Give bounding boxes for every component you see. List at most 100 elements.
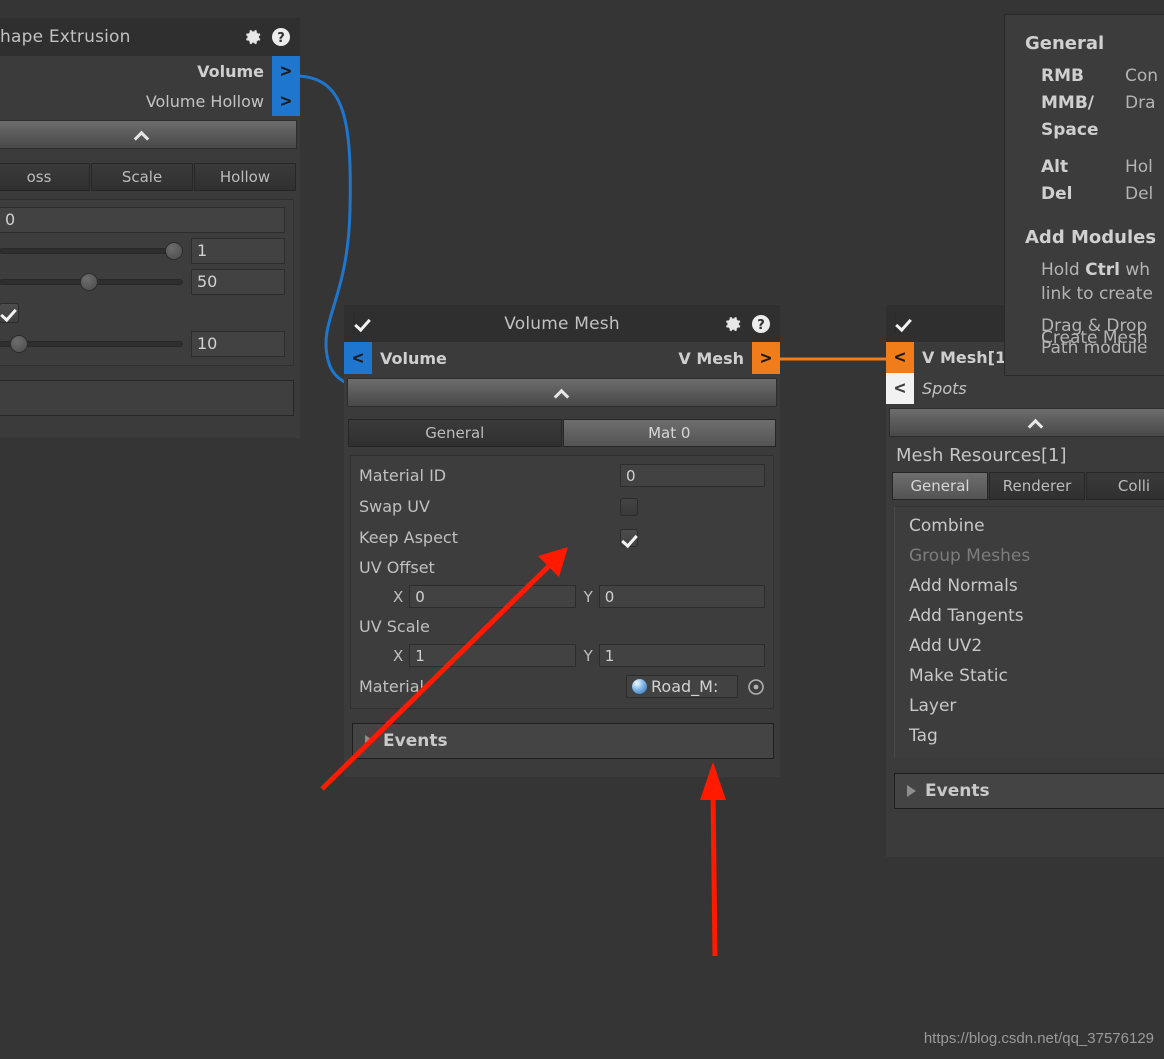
- input-uv-scale-y[interactable]: 1: [598, 644, 766, 667]
- tab-collider[interactable]: Colli: [1086, 472, 1164, 500]
- numeric-input-2[interactable]: 50: [191, 268, 285, 295]
- slider-2[interactable]: [0, 272, 183, 292]
- label-material-id: Material ID: [359, 466, 447, 485]
- gear-icon[interactable]: [243, 27, 263, 47]
- port-connector-spots-in[interactable]: <: [886, 373, 914, 404]
- port-connector-vmesh-in[interactable]: <: [886, 342, 914, 373]
- checkbox-keep-aspect[interactable]: [620, 528, 638, 547]
- numeric-input-3[interactable]: 10: [191, 330, 285, 357]
- collapse-toggle[interactable]: [0, 120, 297, 149]
- row-uv-scale-header: UV Scale: [355, 612, 769, 640]
- events-collapse-bar[interactable]: Events: [894, 773, 1164, 809]
- help-shortcut-grid: RMB Con MMB/ Dra Space Alt Hol Del Del: [1041, 64, 1164, 207]
- tab-oss[interactable]: oss: [0, 163, 90, 191]
- port-row-volume[interactable]: Volume >: [0, 56, 300, 86]
- node-enable-checkbox[interactable]: [353, 312, 373, 334]
- help-section-general: General: [1025, 33, 1105, 54]
- row-checkbox-toggle[interactable]: [0, 302, 19, 323]
- port-row-spots-in[interactable]: < Spots: [886, 373, 1164, 404]
- port-connector-vmesh-out[interactable]: >: [752, 342, 780, 374]
- row-uv-scale-values: X 1 Y 1: [355, 640, 769, 671]
- checkbox-glyph[interactable]: [894, 312, 896, 334]
- mesh-resources-heading: Mesh Resources[1]: [896, 445, 1067, 466]
- list-item-layer[interactable]: Layer: [895, 691, 1164, 721]
- row-material: Material Road_M:: [355, 671, 769, 702]
- output-port-vmesh[interactable]: V Mesh >: [670, 342, 780, 374]
- slider-knob[interactable]: [79, 272, 98, 291]
- tab-renderer[interactable]: Renderer: [989, 472, 1085, 500]
- port-row-volume-hollow[interactable]: Volume Hollow >: [0, 86, 300, 116]
- port-label-volume: Volume: [197, 61, 264, 81]
- tab-general[interactable]: General: [348, 419, 562, 447]
- checkbox-glyph[interactable]: [353, 312, 355, 334]
- help-overlay-panel: General RMB Con MMB/ Dra Space Alt Hol D…: [1004, 14, 1164, 376]
- slider-knob[interactable]: [164, 241, 183, 260]
- list-item-add-tangents[interactable]: Add Tangents: [895, 601, 1164, 631]
- input-uv-offset-y[interactable]: 0: [598, 585, 766, 608]
- material-sphere-icon: [632, 679, 647, 694]
- node-title-text: Volume Mesh: [504, 313, 620, 334]
- triangle-right-icon: [365, 735, 374, 747]
- node-shape-extrusion[interactable]: hape Extrusion ? Volume > Volume Hollow: [0, 18, 300, 438]
- input-uv-offset-x[interactable]: 0: [409, 585, 576, 608]
- help-row-rmb: RMB Con: [1041, 64, 1164, 89]
- help-row-alt: Alt Hol: [1041, 155, 1164, 180]
- help-section-add-modules: Add Modules: [1025, 227, 1157, 248]
- list-item-add-normals[interactable]: Add Normals: [895, 571, 1164, 601]
- list-item-add-uv2[interactable]: Add UV2: [895, 631, 1164, 661]
- label-uv-offset-x: X: [393, 587, 404, 606]
- help-ctrl-post: wh: [1119, 260, 1151, 280]
- row-value-field: 0: [0, 204, 289, 235]
- help-key-del: Del: [1041, 184, 1073, 204]
- row-swap-uv: Swap UV: [355, 491, 769, 522]
- tab-mat-0[interactable]: Mat 0: [562, 419, 776, 447]
- target-picker-icon[interactable]: [747, 678, 765, 696]
- node-title-bar[interactable]: hape Extrusion ?: [0, 18, 300, 56]
- row-uv-offset-values: X 0 Y 0: [355, 581, 769, 612]
- events-label: Events: [925, 781, 990, 801]
- input-uv-scale-x[interactable]: 1: [409, 644, 576, 667]
- list-item-tag[interactable]: Tag: [895, 721, 1164, 751]
- row-slider-1: 1: [0, 235, 289, 266]
- row-slider-3: 10: [0, 328, 289, 359]
- checkbox-swap-uv[interactable]: [620, 497, 638, 516]
- input-material-id[interactable]: 0: [620, 464, 765, 487]
- svg-text:?: ?: [757, 318, 765, 333]
- gear-icon[interactable]: [723, 314, 743, 334]
- property-box: Material ID 0 Swap UV Keep Aspect UV Off…: [350, 455, 774, 709]
- row-keep-aspect: Keep Aspect: [355, 522, 769, 553]
- object-field-material[interactable]: Road_M:: [626, 675, 738, 698]
- chevron-up-icon: [135, 131, 149, 139]
- input-port-volume[interactable]: < Volume: [344, 342, 455, 374]
- collapse-toggle[interactable]: [347, 378, 777, 407]
- node-title-bar[interactable]: Volume Mesh ?: [344, 305, 780, 342]
- port-connector-volume[interactable]: >: [272, 56, 300, 86]
- numeric-input-1[interactable]: 1: [191, 237, 285, 264]
- slider-knob[interactable]: [10, 334, 29, 353]
- slider-3[interactable]: [0, 334, 183, 354]
- tab-hollow[interactable]: Hollow: [194, 163, 296, 191]
- events-collapse-bar[interactable]: Events: [352, 723, 774, 759]
- port-connector-volume-in[interactable]: <: [344, 342, 372, 374]
- collapse-toggle[interactable]: [889, 408, 1164, 437]
- tab-scale[interactable]: Scale: [91, 163, 193, 191]
- help-icon[interactable]: ?: [751, 314, 771, 334]
- material-name: Road_M:: [651, 677, 719, 696]
- list-item-make-static[interactable]: Make Static: [895, 661, 1164, 691]
- list-item-combine[interactable]: Combine: [895, 511, 1164, 541]
- tab-general[interactable]: General: [892, 472, 988, 500]
- port-connector-volume-hollow[interactable]: >: [272, 86, 300, 116]
- numeric-input-0[interactable]: 0: [0, 206, 285, 233]
- port-label-volume-in: Volume: [380, 348, 447, 368]
- slider-1[interactable]: [0, 241, 183, 261]
- property-box: 0 1 50 10: [0, 199, 294, 366]
- help-icon[interactable]: ?: [271, 27, 291, 47]
- node-volume-mesh[interactable]: Volume Mesh ? < Volume V Mesh > General …: [344, 305, 780, 777]
- triangle-right-icon: [907, 785, 916, 797]
- node-mesh-resources[interactable]: < V Mesh[1] < Spots Mesh Resources[1] Ge…: [886, 305, 1164, 857]
- node-enable-checkbox[interactable]: [894, 312, 914, 334]
- port-label-volume-hollow: Volume Hollow: [145, 91, 264, 111]
- label-uv-offset-y: Y: [583, 587, 593, 606]
- node-footer-panel: [0, 380, 294, 416]
- label-uv-scale-x: X: [393, 646, 404, 665]
